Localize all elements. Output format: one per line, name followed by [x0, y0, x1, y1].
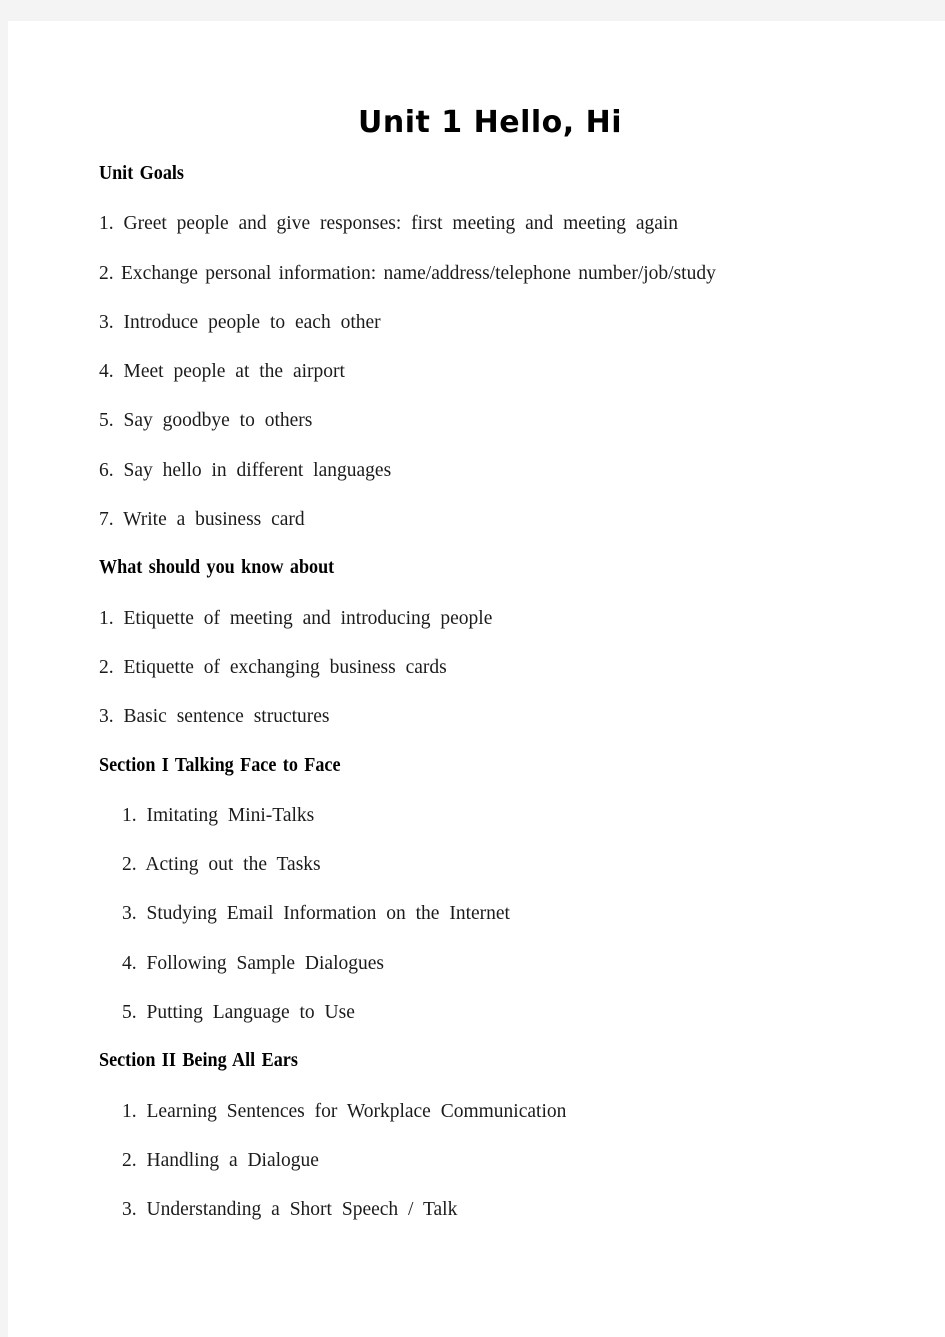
title-spacer	[99, 142, 889, 163]
list-item-row: 2. Acting out the Tasks	[99, 853, 889, 902]
heading-section-i: Section I Talking Face to Face	[99, 754, 341, 776]
document-page: Unit 1 Hello, Hi Unit Goals 1. Greet peo…	[8, 21, 945, 1337]
list-item: 3. Understanding a Short Speech / Talk	[122, 1199, 458, 1221]
list-item-row: 1. Learning Sentences for Workplace Comm…	[99, 1100, 889, 1149]
list-item: 3. Introduce people to each other	[99, 311, 381, 333]
list-item-row: 3. Studying Email Information on the Int…	[99, 902, 889, 951]
list-item-row: 5. Say goodbye to others	[99, 409, 889, 458]
section-what-should-you-know-about: What should you know about 1. Etiquette …	[99, 557, 889, 754]
page-frame: Unit 1 Hello, Hi Unit Goals 1. Greet peo…	[0, 0, 945, 1337]
list-item: 2. Exchange personal information: name/a…	[99, 262, 716, 284]
list-item-row: 2. Etiquette of exchanging business card…	[99, 656, 889, 705]
list-item-row: 2. Exchange personal information: name/a…	[99, 262, 889, 311]
list-item-row: 4. Following Sample Dialogues	[99, 952, 889, 1001]
list-item-row: 3. Basic sentence structures	[99, 705, 889, 754]
section-ii-being-all-ears: Section II Being All Ears 1. Learning Se…	[99, 1050, 889, 1247]
list-item: 7. Write a business card	[99, 509, 305, 531]
section-unit-goals: Unit Goals 1. Greet people and give resp…	[99, 163, 889, 557]
section-i-talking-face-to-face: Section I Talking Face to Face 1. Imitat…	[99, 755, 889, 1051]
list-item: 5. Putting Language to Use	[122, 1002, 355, 1024]
list-item: 2. Handling a Dialogue	[122, 1149, 319, 1171]
list-item: 4. Meet people at the airport	[99, 361, 345, 383]
list-item: 4. Following Sample Dialogues	[122, 952, 384, 974]
list-item: 5. Say goodbye to others	[99, 410, 313, 432]
heading-unit-goals: Unit Goals	[99, 163, 184, 184]
heading-what-should-you-know-about: What should you know about	[99, 557, 335, 579]
list-item: 3. Studying Email Information on the Int…	[122, 903, 510, 925]
section-heading-row: Unit Goals	[99, 163, 889, 212]
list-item-row: 4. Meet people at the airport	[99, 360, 889, 409]
list-item-row: 1. Imitating Mini-Talks	[99, 804, 889, 853]
list-item: 1. Learning Sentences for Workplace Comm…	[122, 1100, 567, 1122]
list-item: 1. Greet people and give responses: firs…	[99, 213, 679, 235]
list-item-row: 7. Write a business card	[99, 508, 889, 557]
section-heading-row: What should you know about	[99, 557, 889, 606]
list-item-row: 3. Introduce people to each other	[99, 311, 889, 360]
list-item: 3. Basic sentence structures	[99, 706, 330, 728]
heading-section-ii: Section II Being All Ears	[99, 1050, 298, 1072]
list-item: 6. Say hello in different languages	[99, 459, 392, 481]
list-item: 2. Etiquette of exchanging business card…	[99, 656, 447, 678]
list-item-row: 2. Handling a Dialogue	[99, 1149, 889, 1198]
list-item: 1. Etiquette of meeting and introducing …	[99, 607, 493, 629]
list-item-row: 5. Putting Language to Use	[99, 1001, 889, 1050]
list-item: 1. Imitating Mini-Talks	[122, 804, 315, 826]
list-item-row: 1. Greet people and give responses: firs…	[99, 212, 889, 261]
section-heading-row: Section I Talking Face to Face	[99, 755, 889, 804]
document-body: Unit 1 Hello, Hi Unit Goals 1. Greet peo…	[99, 75, 889, 1248]
list-item-row: 1. Etiquette of meeting and introducing …	[99, 607, 889, 656]
list-item-row: 3. Understanding a Short Speech / Talk	[99, 1198, 889, 1247]
section-heading-row: Section II Being All Ears	[99, 1050, 889, 1099]
list-item: 2. Acting out the Tasks	[122, 854, 321, 876]
page-title: Unit 1 Hello, Hi	[358, 105, 622, 140]
list-item-row: 6. Say hello in different languages	[99, 459, 889, 508]
